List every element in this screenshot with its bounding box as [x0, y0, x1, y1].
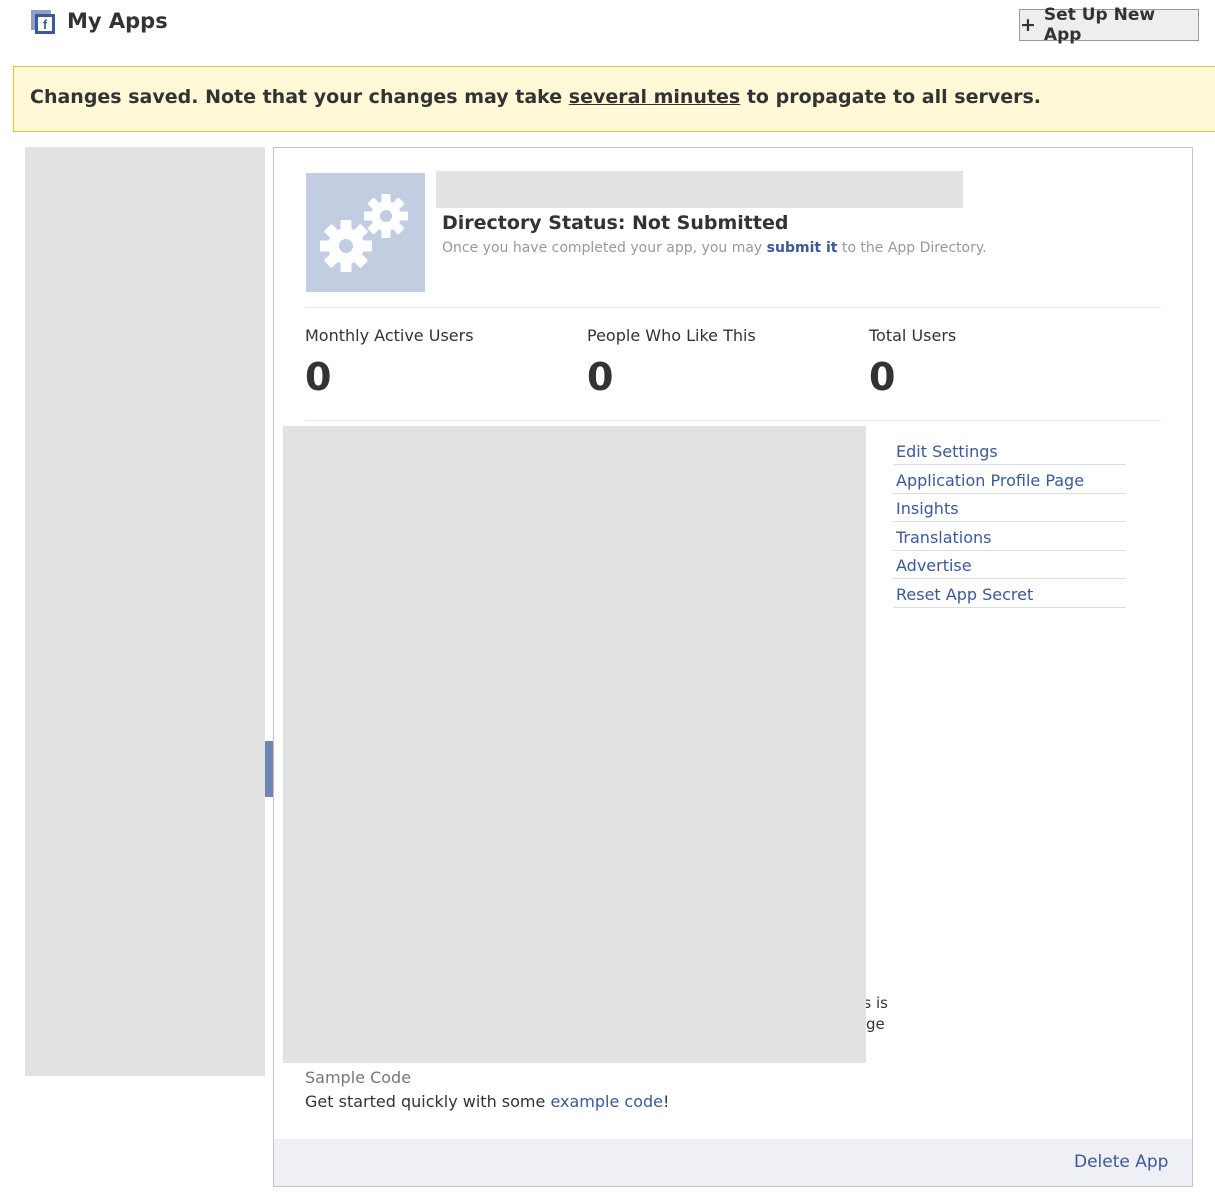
- divider: [305, 420, 1161, 421]
- sample-code-text: Get started quickly with some example co…: [305, 1092, 669, 1111]
- divider: [305, 307, 1161, 308]
- stat-value-monthly-active-users: 0: [305, 355, 332, 399]
- plus-icon: +: [1020, 13, 1036, 36]
- sample-code-heading: Sample Code: [305, 1068, 412, 1087]
- stat-label-people-who-like-this: People Who Like This: [587, 326, 756, 345]
- notice-text-after: to propagate to all servers.: [740, 86, 1041, 108]
- directory-note: Once you have completed your app, you ma…: [442, 240, 987, 256]
- sidebar-placeholder: [25, 147, 265, 1076]
- application-profile-page-link[interactable]: Application Profile Page: [893, 467, 1126, 494]
- stat-value-people-who-like-this: 0: [587, 355, 614, 399]
- edit-settings-link[interactable]: Edit Settings: [893, 438, 1126, 465]
- translations-link[interactable]: Translations: [893, 524, 1126, 551]
- notice-text-before: Changes saved. Note that your changes ma…: [30, 86, 569, 108]
- stat-label-total-users: Total Users: [869, 326, 957, 345]
- truncated-text: s is: [866, 994, 888, 1012]
- advertise-link[interactable]: Advertise: [893, 552, 1126, 579]
- submit-it-link[interactable]: submit it: [767, 240, 838, 256]
- example-code-link[interactable]: example code: [550, 1092, 663, 1111]
- sample-text-after: !: [662, 1092, 670, 1111]
- insights-link[interactable]: Insights: [893, 495, 1126, 522]
- directory-note-before: Once you have completed your app, you ma…: [442, 240, 767, 256]
- changes-saved-notice: Changes saved. Note that your changes ma…: [13, 66, 1215, 132]
- set-up-new-app-button[interactable]: + Set Up New App: [1019, 5, 1199, 45]
- gears-icon: [306, 173, 425, 292]
- set-up-new-app-label: Set Up New App: [1043, 5, 1156, 45]
- stat-label-monthly-active-users: Monthly Active Users: [305, 326, 474, 345]
- delete-app-link[interactable]: Delete App: [1074, 1152, 1168, 1172]
- content-placeholder: [283, 426, 866, 1063]
- stat-value-total-users: 0: [869, 355, 896, 399]
- several-minutes-link[interactable]: several minutes: [569, 86, 740, 108]
- page-title: My Apps: [67, 9, 168, 33]
- svg-text:f: f: [43, 17, 48, 32]
- apps-icon: f: [31, 10, 55, 34]
- directory-status: Directory Status: Not Submitted: [442, 212, 789, 234]
- sample-text-before: Get started quickly with some: [305, 1092, 551, 1111]
- truncated-text: ge: [866, 1015, 885, 1033]
- directory-note-after: to the App Directory.: [837, 240, 987, 256]
- app-name-placeholder: [436, 171, 963, 208]
- reset-app-secret-link[interactable]: Reset App Secret: [893, 581, 1126, 608]
- app-links-menu: Edit Settings Application Profile Page I…: [893, 438, 1126, 609]
- panel-footer: [274, 1139, 1192, 1186]
